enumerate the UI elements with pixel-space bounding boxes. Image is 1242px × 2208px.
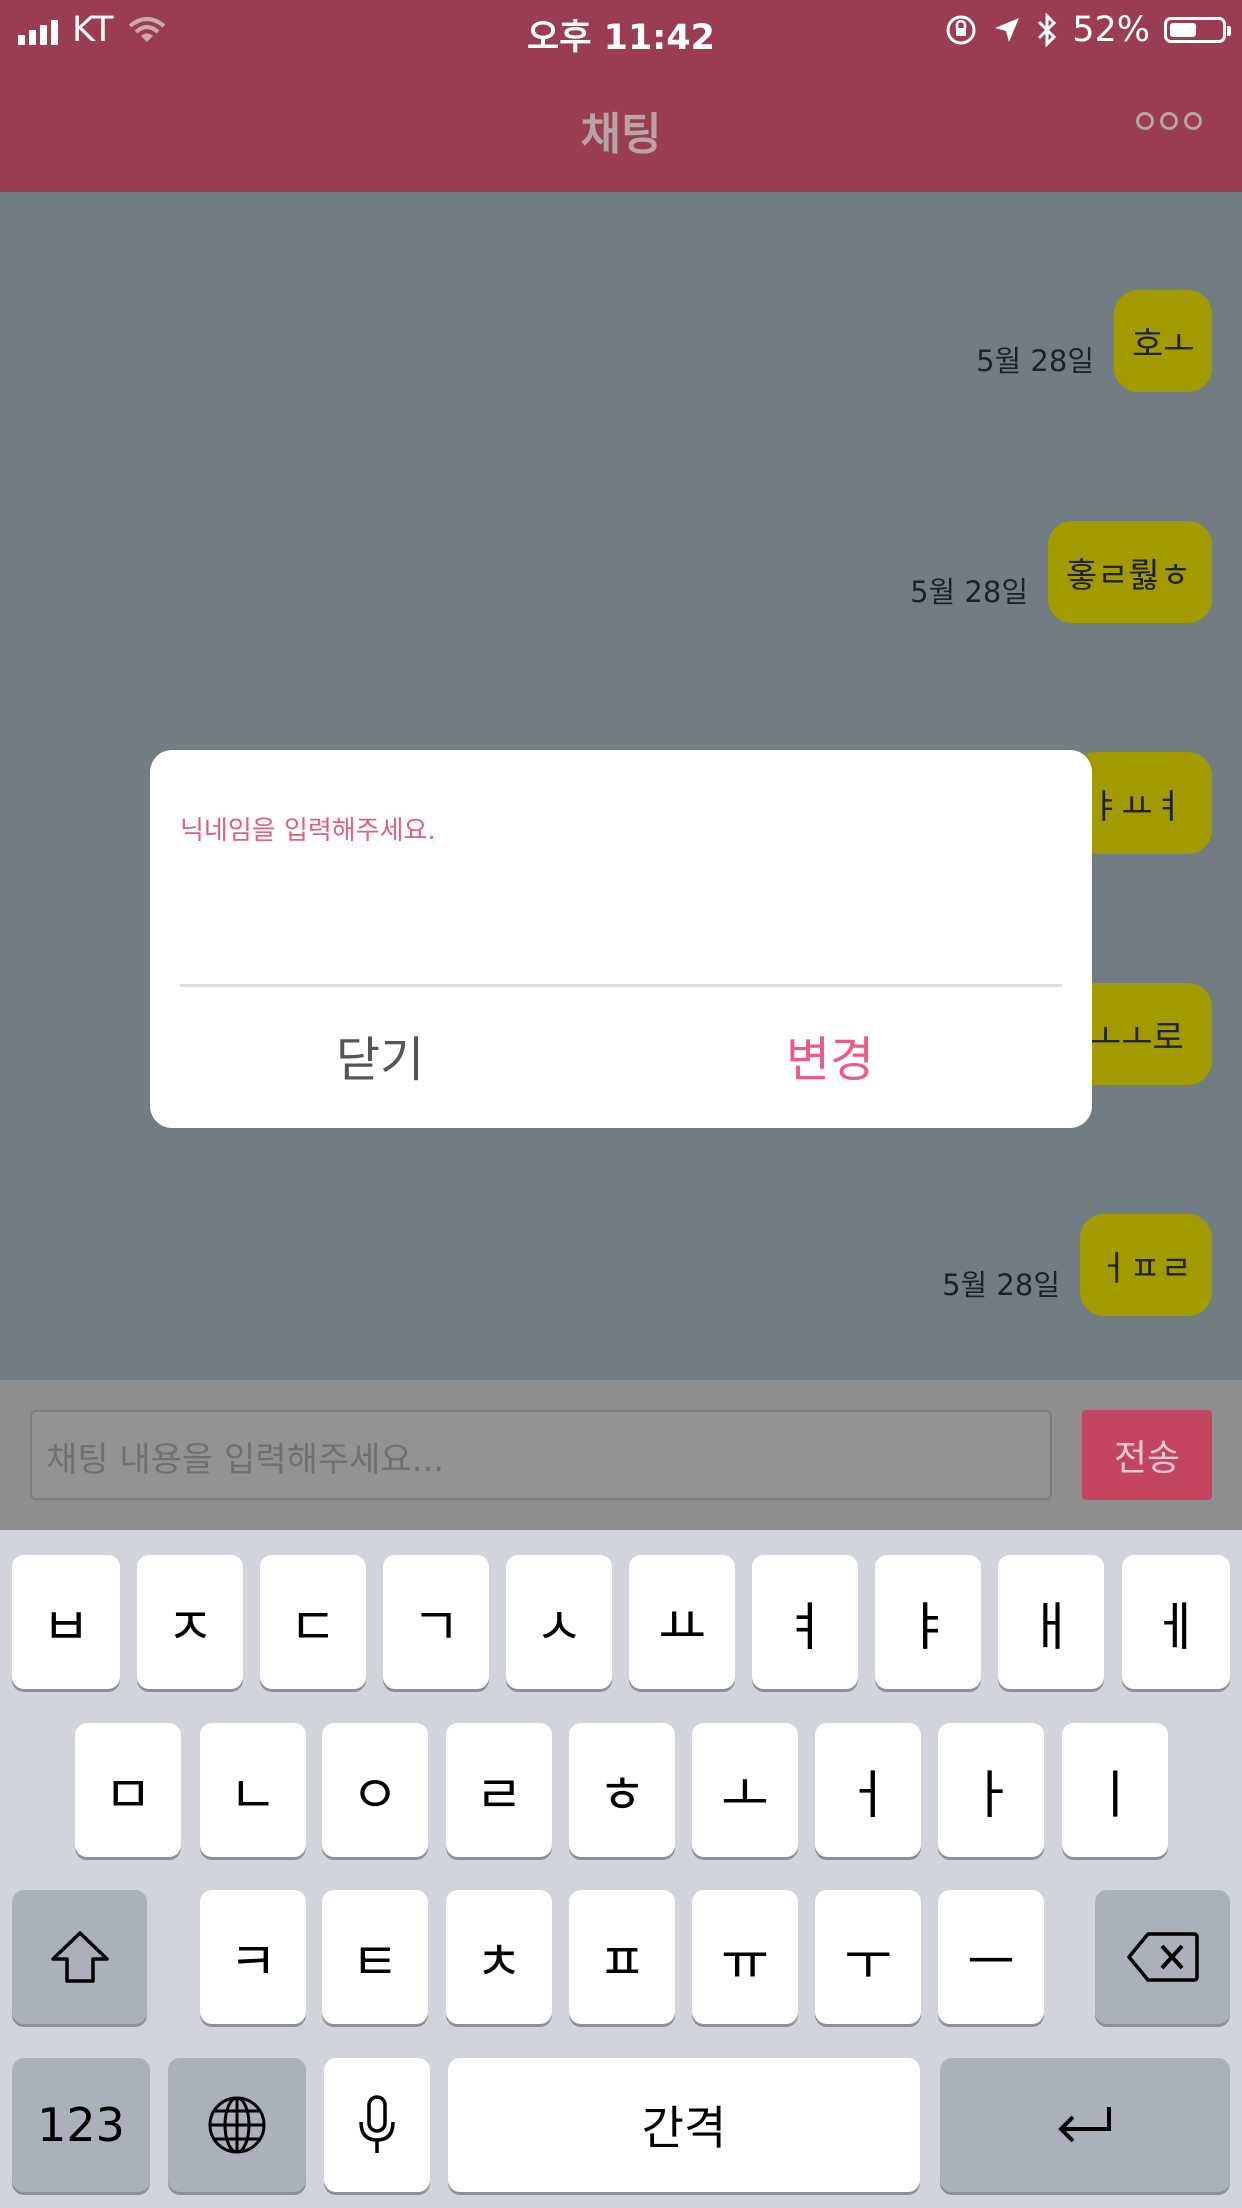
header: 채팅 [0,62,1242,192]
key[interactable]: ㅍ [569,1890,675,2024]
send-button[interactable]: 전송 [1082,1410,1212,1500]
status-bar: KT 오후 11:42 52% [0,0,1242,62]
close-button[interactable]: 닫기 [180,1020,580,1090]
composer: 채팅 내용을 입력해주세요... 전송 [0,1380,1242,1530]
key[interactable]: ㅁ [75,1723,181,1857]
shift-icon [50,1931,109,1983]
nickname-label: 닉네임을 입력해주세요. [180,816,436,846]
microphone-key[interactable] [324,2058,430,2192]
key[interactable]: ㅐ [998,1555,1104,1689]
space-key[interactable]: 간격 [448,2058,920,2192]
key[interactable]: ㄷ [260,1555,366,1689]
key[interactable]: ㅛ [629,1555,735,1689]
location-icon [995,18,1020,42]
message-bubble: 홓ㄹ뤓ㅎ [1048,521,1212,623]
rotation-lock-icon [946,15,976,45]
message-bubble: ㅗㅗ로 [1072,983,1212,1085]
message-date: 5월 28일 [942,1268,1060,1302]
key[interactable]: ㅊ [446,1890,552,2024]
return-icon [1058,2107,1111,2143]
message-bubble: ㅓㅍㄹ [1080,1214,1212,1316]
key[interactable]: ㅠ [692,1890,798,2024]
message-bubble: ㅑㅛㅕ [1072,752,1212,854]
battery-icon [1164,17,1231,43]
key[interactable]: ㅡ [938,1890,1044,2024]
change-button[interactable]: 변경 [630,1020,1030,1090]
key[interactable]: ㅔ [1122,1555,1230,1689]
message-date: 5월 28일 [976,344,1094,378]
chat-input[interactable]: 채팅 내용을 입력해주세요... [30,1410,1052,1500]
key[interactable]: ㅕ [752,1555,858,1689]
microphone-icon [359,2095,395,2153]
globe-key[interactable] [168,2058,306,2192]
return-key[interactable] [940,2058,1230,2192]
key[interactable]: ㅋ [200,1890,306,2024]
shift-key[interactable] [12,1890,147,2024]
key[interactable]: ㄴ [200,1723,306,1857]
message-bubble: 호ㅗ [1114,290,1212,392]
keyboard: ㅂ ㅈ ㄷ ㄱ ㅅ ㅛ ㅕ ㅑ ㅐ ㅔ ㅁ ㄴ ㅇ ㄹ ㅎ ㅗ ㅓ ㅏ ㅣ ㅋ … [0,1530,1242,2208]
globe-icon [208,2096,266,2154]
battery-fill [1170,23,1196,37]
input-underline [180,984,1062,987]
key[interactable]: ㅎ [569,1723,675,1857]
page-title: 채팅 [580,109,662,160]
key[interactable]: ㅂ [12,1555,120,1689]
key[interactable]: ㅓ [815,1723,921,1857]
key[interactable]: ㅈ [137,1555,243,1689]
key[interactable]: ㅅ [506,1555,612,1689]
key[interactable]: ㄹ [446,1723,552,1857]
numbers-key[interactable]: 123 [12,2058,150,2192]
key[interactable]: ㅑ [875,1555,981,1689]
key[interactable]: ㅏ [938,1723,1044,1857]
ellipsis-icon[interactable] [1136,112,1202,130]
nickname-dialog: 닉네임을 입력해주세요. 닫기 변경 [150,750,1092,1128]
nickname-input[interactable] [180,860,1062,934]
backspace-icon [1126,1932,1199,1982]
key[interactable]: ㅌ [322,1890,428,2024]
key[interactable]: ㄱ [383,1555,489,1689]
key[interactable]: ㅜ [815,1890,921,2024]
message-date: 5월 28일 [910,575,1028,609]
battery-percent: 52% [1072,10,1150,50]
bluetooth-icon [1038,13,1057,47]
key[interactable]: ㅇ [322,1723,428,1857]
backspace-key[interactable] [1095,1890,1230,2024]
key[interactable]: ㅣ [1062,1723,1168,1857]
key[interactable]: ㅗ [692,1723,798,1857]
